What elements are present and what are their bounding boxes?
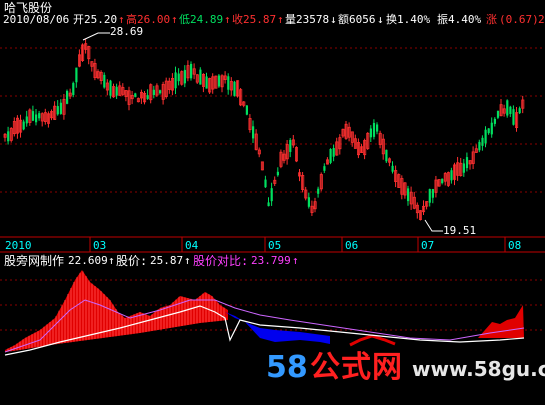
candle-body xyxy=(205,76,208,89)
candle-body xyxy=(509,106,512,114)
candle-body xyxy=(103,74,106,88)
candle-body xyxy=(289,139,292,152)
month-label: 04 xyxy=(185,239,199,252)
month-label: 05 xyxy=(268,239,282,252)
candle-body xyxy=(307,197,310,207)
candle-body xyxy=(270,188,273,202)
month-label: 06 xyxy=(345,239,359,252)
price-markers xyxy=(82,32,443,232)
indicator-name-arrow: ↑ xyxy=(108,254,115,267)
watermark-url: www.58gu.com xyxy=(412,357,545,381)
candle-body xyxy=(227,76,230,90)
indicator-name-value: 22.609 xyxy=(68,254,108,267)
indicator-blue-area xyxy=(225,312,330,344)
candle-body xyxy=(31,111,35,121)
candle-body xyxy=(450,170,453,181)
candle-body xyxy=(72,83,75,95)
candle-body xyxy=(59,102,62,114)
indicator-red-area-right xyxy=(478,305,524,338)
candle-body xyxy=(323,166,326,171)
candle-body xyxy=(428,189,431,203)
indicator-price-value: 25.87 xyxy=(150,254,184,267)
candle-body xyxy=(25,116,28,124)
candle-body xyxy=(174,72,177,89)
candle-body xyxy=(35,114,38,123)
candle-body xyxy=(22,121,25,130)
candle-body xyxy=(276,171,279,176)
candle-body xyxy=(183,69,186,84)
month-label: 08 xyxy=(508,239,522,252)
candle-body xyxy=(493,118,496,124)
indicator-ratio-arrow: ↑ xyxy=(292,254,299,267)
candle-body xyxy=(75,67,78,83)
indicator-price-label: 股价: xyxy=(116,254,148,268)
candle-body xyxy=(487,128,490,134)
candle-body xyxy=(512,109,515,125)
candle-body xyxy=(496,110,500,118)
candle-body xyxy=(329,148,332,163)
candle-body xyxy=(478,141,481,151)
candle-body xyxy=(481,137,484,146)
watermark-logo-number: 58 xyxy=(266,350,308,385)
indicator-ratio-label: 股价对比: xyxy=(193,254,249,268)
candle-body xyxy=(372,122,376,137)
candle-body xyxy=(233,81,236,96)
candle-body xyxy=(152,89,155,95)
candle-body xyxy=(177,73,180,82)
candle-body xyxy=(317,188,320,194)
candle-body xyxy=(441,178,444,184)
candle-body xyxy=(217,75,221,87)
candle-body xyxy=(134,93,137,97)
high-marker-label: 28.69 xyxy=(110,25,144,38)
candle-body xyxy=(264,179,267,188)
candle-body xyxy=(332,148,335,157)
candle-body xyxy=(115,86,118,96)
high-marker-pointer xyxy=(82,32,110,41)
indicator-price-arrow: ↑ xyxy=(184,254,191,267)
candle-body xyxy=(38,113,41,119)
candle-body xyxy=(518,108,521,114)
indicator-series xyxy=(4,270,525,356)
low-marker-label: 19.51 xyxy=(443,224,477,237)
candle-body xyxy=(484,129,487,144)
candle-body xyxy=(465,157,469,169)
month-label: 07 xyxy=(421,239,435,252)
candle-body xyxy=(376,124,379,132)
candle-body xyxy=(369,128,372,138)
watermark-logo-text: 公式网 xyxy=(310,350,403,385)
candle-body xyxy=(431,189,434,198)
indicator-ratio-value: 23.799 xyxy=(251,254,291,267)
candle-body xyxy=(146,95,149,99)
candle-body xyxy=(56,106,59,115)
candle-body xyxy=(66,90,69,104)
stock-chart-window: 哈飞股份 2010/08/06 开 25.20 ↑ 高 26.00 ↑ 低 24… xyxy=(0,0,545,405)
candle-body xyxy=(407,188,410,202)
chart-canvas[interactable] xyxy=(0,0,545,405)
candle-body xyxy=(506,100,509,116)
indicator-name: 股旁网制作 xyxy=(4,254,65,268)
candle-body xyxy=(190,63,193,79)
candle-body xyxy=(385,149,388,162)
candle-body xyxy=(159,90,162,94)
candle-body xyxy=(7,131,10,142)
candle-body xyxy=(391,165,394,172)
candle-body xyxy=(462,163,465,173)
candle-body xyxy=(490,122,493,135)
month-label: 2010 xyxy=(5,239,32,252)
low-marker-pointer xyxy=(424,219,443,232)
candle-body xyxy=(245,105,248,115)
candle-body xyxy=(267,202,270,207)
candlestick-series xyxy=(3,39,525,221)
candle-body xyxy=(109,80,112,96)
candle-body xyxy=(199,69,202,85)
month-label: 03 xyxy=(93,239,107,252)
candle-body xyxy=(252,126,255,139)
